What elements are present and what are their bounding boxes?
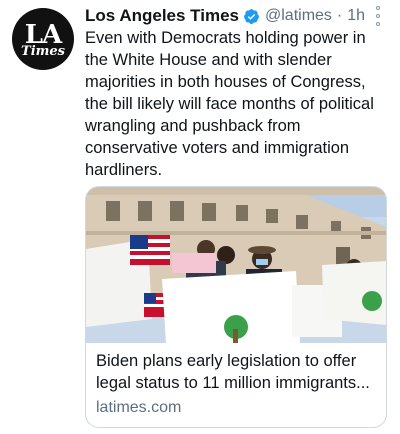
tweet-text-line: wrangling and pushback from <box>85 117 301 135</box>
link-preview-card[interactable]: Biden plans early legislation to offer l… <box>85 186 387 428</box>
verified-badge-icon <box>243 8 260 25</box>
card-image[interactable] <box>86 187 386 343</box>
tweet-header: Los Angeles Times @latimes · 1h <box>85 5 365 27</box>
card-domain[interactable]: latimes.com <box>96 399 181 417</box>
more-options-icon[interactable] <box>373 6 383 26</box>
tweet-text-line: the bill likely will face months of poli… <box>85 95 374 113</box>
card-title[interactable]: Biden plans early legislation to offer l… <box>96 350 381 394</box>
avatar[interactable]: LA Times <box>12 8 74 70</box>
separator-dot: · <box>336 7 343 24</box>
tweet-text: Even with Democrats holding power in the… <box>85 27 390 181</box>
tweet-text-line: the White House and with slender <box>85 51 332 69</box>
tweet-text-line: majorities in both houses of Congress, <box>85 73 366 91</box>
tweet-time[interactable]: 1h <box>347 7 365 25</box>
avatar-logo-line2: Times <box>21 43 65 59</box>
author-name[interactable]: Los Angeles Times <box>85 6 239 26</box>
avatar-logo-line1: LA <box>24 19 62 50</box>
card-title-line: legal status to 11 million immigrants... <box>96 374 370 392</box>
tweet-text-line: conservative voters and immigration <box>85 139 350 157</box>
card-title-line: Biden plans early legislation to offer <box>96 352 357 370</box>
tweet-text-line: hardliners. <box>85 161 163 179</box>
tweet-text-line: Even with Democrats holding power in <box>85 29 366 47</box>
tweet[interactable]: LA Times Los Angeles Times @latimes · 1h… <box>0 0 400 434</box>
author-handle[interactable]: @latimes <box>265 7 332 25</box>
